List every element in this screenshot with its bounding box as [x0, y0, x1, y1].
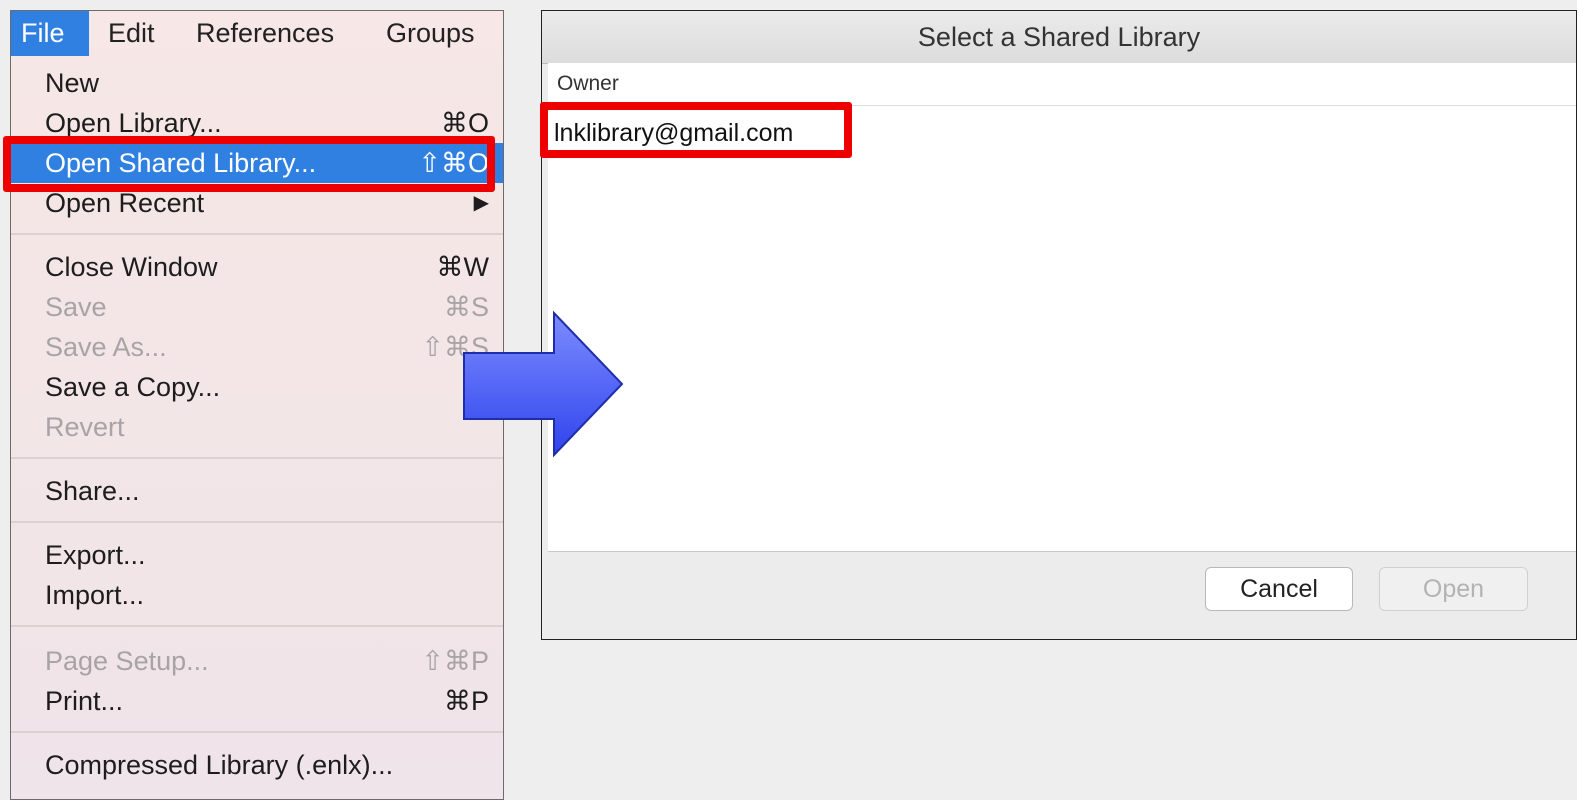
menu-item-label: Share...	[45, 476, 140, 506]
menu-item-label: Save	[45, 292, 107, 322]
menu-item-label: Import...	[45, 580, 145, 610]
menu-separator	[11, 457, 503, 459]
right-arrow-icon	[463, 310, 624, 458]
menu-item-open-shared-library[interactable]: Open Shared Library... ⇧⌘O	[11, 143, 503, 183]
menu-item-shortcut: ⇧⌘P	[421, 646, 489, 676]
menu-item-label: Revert	[45, 412, 125, 442]
column-header-owner[interactable]: Owner	[548, 63, 1576, 106]
menu-item-share[interactable]: Share...	[11, 471, 503, 511]
menu-item-save-a-copy[interactable]: Save a Copy...	[11, 367, 503, 407]
menu-item-label: Open Shared Library...	[45, 148, 317, 178]
menu-item-shortcut: ⌘O	[440, 108, 489, 138]
menu-item-label: Page Setup...	[45, 646, 209, 676]
menubar-edit[interactable]: Edit	[108, 11, 155, 56]
dialog-title: Select a Shared Library	[542, 11, 1576, 64]
menu-item-page-setup: Page Setup... ⇧⌘P	[11, 641, 503, 681]
menu-separator	[11, 521, 503, 523]
menu-item-label: Compressed Library (.enlx)...	[45, 750, 394, 780]
menu-separator	[11, 625, 503, 627]
menu-item-label: New	[45, 68, 100, 98]
menu-item-open-recent[interactable]: Open Recent ▶	[11, 183, 503, 223]
open-button[interactable]: Open	[1379, 567, 1528, 611]
menu-item-shortcut: ⌘P	[443, 686, 489, 716]
menubar-references[interactable]: References	[196, 11, 334, 56]
menu-item-save-as: Save As... ⇧⌘S	[11, 327, 503, 367]
menubar: File Edit References Groups	[11, 11, 503, 56]
menu-item-label: Export...	[45, 540, 146, 570]
menu-item-label: Open Library...	[45, 108, 222, 138]
menubar-groups[interactable]: Groups	[386, 11, 475, 56]
menu-item-shortcut: ⌘W	[436, 252, 489, 282]
menu-item-new[interactable]: New	[11, 63, 503, 103]
menu-item-export[interactable]: Export...	[11, 535, 503, 575]
cancel-button[interactable]: Cancel	[1205, 567, 1353, 611]
menu-item-save: Save ⌘S	[11, 287, 503, 327]
menu-item-label: Save As...	[45, 332, 167, 362]
menu-item-label: Print...	[45, 686, 124, 716]
menu-item-compressed-library[interactable]: Compressed Library (.enlx)...	[11, 745, 503, 785]
menu-item-label: Close Window	[45, 252, 218, 282]
menu-item-shortcut: ⇧⌘O	[418, 148, 489, 178]
file-menu-panel: File Edit References Groups New Open Lib…	[10, 10, 504, 800]
menu-separator	[11, 731, 503, 733]
menu-item-revert: Revert	[11, 407, 503, 447]
menubar-file[interactable]: File	[11, 11, 89, 56]
menu-item-import[interactable]: Import...	[11, 575, 503, 615]
chevron-right-icon: ▶	[473, 192, 489, 214]
owner-list[interactable]: Owner lnklibrary@gmail.com	[548, 63, 1576, 552]
menu-item-open-library[interactable]: Open Library... ⌘O	[11, 103, 503, 143]
menu-item-label: Save a Copy...	[45, 372, 221, 402]
menu-item-close-window[interactable]: Close Window ⌘W	[11, 247, 503, 287]
list-item[interactable]: lnklibrary@gmail.com	[548, 113, 793, 153]
menu-item-print[interactable]: Print... ⌘P	[11, 681, 503, 721]
menu-item-label: Open Recent	[45, 188, 205, 218]
menu-separator	[11, 233, 503, 235]
select-shared-library-dialog: Select a Shared Library Owner lnklibrary…	[541, 10, 1577, 640]
